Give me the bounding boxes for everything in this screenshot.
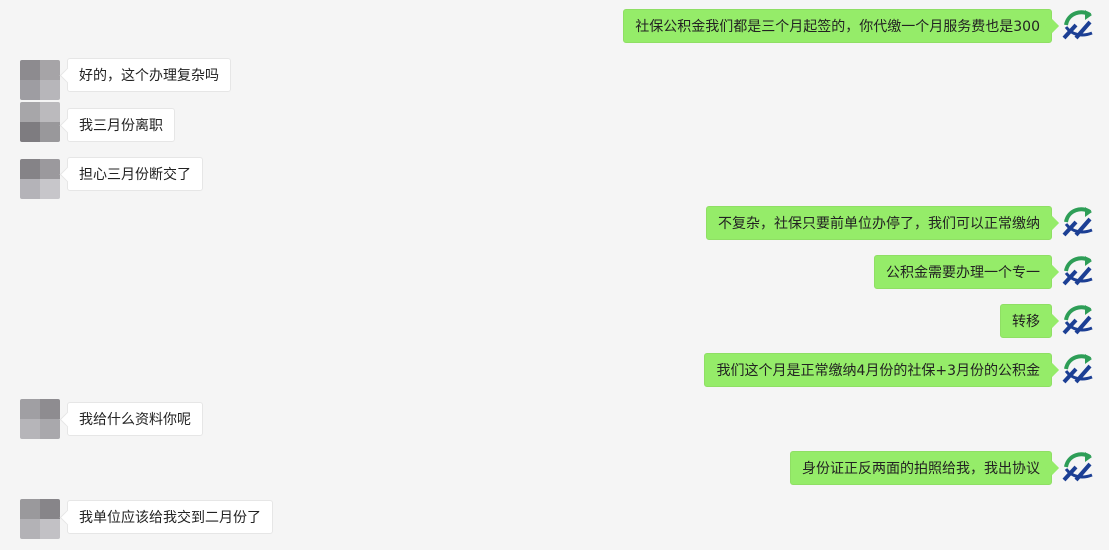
outgoing-message-bubble[interactable]: 身份证正反两面的拍照给我，我出协议 [790,451,1052,485]
outgoing-message-bubble[interactable]: 不复杂，社保只要前单位办停了，我们可以正常缴纳 [706,206,1052,240]
message-row-outgoing: 不复杂，社保只要前单位办停了，我们可以正常缴纳 [0,206,1109,242]
message-text: 不复杂，社保只要前单位办停了，我们可以正常缴纳 [718,216,1040,232]
incoming-message-bubble[interactable]: 我给什么资料你呢 [67,402,203,436]
company-logo-avatar[interactable] [1058,300,1096,338]
contact-avatar[interactable] [20,499,60,539]
message-row-outgoing: 社保公积金我们都是三个月起签的，你代缴一个月服务费也是300 [0,9,1109,45]
contact-avatar[interactable] [20,159,60,199]
incoming-message-bubble[interactable]: 担心三月份断交了 [67,157,203,191]
message-text: 转移 [1012,314,1040,330]
contact-avatar[interactable] [20,102,60,142]
message-text: 我们这个月是正常缴纳4月份的社保+3月份的公积金 [716,363,1040,379]
contact-avatar[interactable] [20,60,60,100]
message-row-outgoing: 我们这个月是正常缴纳4月份的社保+3月份的公积金 [0,353,1109,389]
message-text: 担心三月份断交了 [79,167,191,183]
message-text: 身份证正反两面的拍照给我，我出协议 [802,461,1040,477]
message-text: 公积金需要办理一个专一 [886,265,1040,281]
message-row-incoming: 我单位应该给我交到二月份了 [0,499,1109,539]
outgoing-message-bubble[interactable]: 转移 [1000,304,1052,338]
message-row-outgoing: 转移 [0,304,1109,340]
company-logo-avatar[interactable] [1058,251,1096,289]
message-row-incoming: 我三月份离职 [0,102,1109,144]
chat-message-list: 社保公积金我们都是三个月起签的，你代缴一个月服务费也是300 好的，这个办理复杂… [0,0,1109,550]
message-text: 社保公积金我们都是三个月起签的，你代缴一个月服务费也是300 [635,19,1040,35]
company-logo-avatar[interactable] [1058,447,1096,485]
message-text: 好的，这个办理复杂吗 [79,68,219,84]
outgoing-message-bubble[interactable]: 社保公积金我们都是三个月起签的，你代缴一个月服务费也是300 [623,9,1052,43]
outgoing-message-bubble[interactable]: 公积金需要办理一个专一 [874,255,1052,289]
message-text: 我三月份离职 [79,118,163,134]
company-logo-avatar[interactable] [1058,349,1096,387]
contact-avatar[interactable] [20,399,60,439]
message-row-outgoing: 公积金需要办理一个专一 [0,255,1109,291]
message-text: 我单位应该给我交到二月份了 [79,510,261,526]
message-row-outgoing: 身份证正反两面的拍照给我，我出协议 [0,451,1109,487]
message-row-incoming: 我给什么资料你呢 [0,399,1109,439]
incoming-message-bubble[interactable]: 我三月份离职 [67,108,175,142]
outgoing-message-bubble[interactable]: 我们这个月是正常缴纳4月份的社保+3月份的公积金 [704,353,1052,387]
incoming-message-bubble[interactable]: 我单位应该给我交到二月份了 [67,500,273,534]
message-row-incoming: 好的，这个办理复杂吗 [0,58,1109,100]
incoming-message-bubble[interactable]: 好的，这个办理复杂吗 [67,58,231,92]
message-row-incoming: 担心三月份断交了 [0,157,1109,199]
company-logo-avatar[interactable] [1058,202,1096,240]
company-logo-avatar[interactable] [1058,5,1096,43]
message-text: 我给什么资料你呢 [79,412,191,428]
